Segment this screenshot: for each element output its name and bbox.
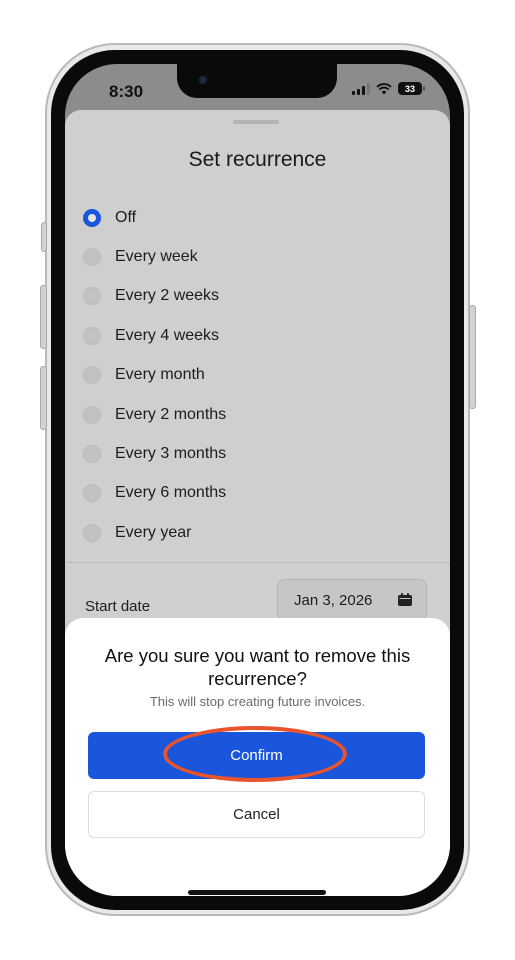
power-button — [469, 305, 476, 409]
option-every-week[interactable]: Every week — [83, 237, 226, 276]
home-indicator — [188, 890, 326, 895]
divider — [65, 562, 450, 563]
dialog-title: Are you sure you want to remove this rec… — [104, 645, 411, 689]
start-date-label: Start date — [85, 598, 151, 615]
confirm-button[interactable]: Confirm — [88, 732, 425, 779]
radio-icon[interactable] — [83, 484, 101, 503]
option-every-4-weeks[interactable]: Every 4 weeks — [83, 316, 226, 355]
wifi-icon — [376, 82, 392, 94]
option-every-3-months[interactable]: Every 3 months — [83, 434, 226, 473]
radio-icon[interactable] — [83, 287, 101, 306]
start-date-value: Jan 3, 2026 — [294, 591, 373, 609]
option-label: Off — [115, 208, 137, 226]
sheet-grabber[interactable] — [233, 120, 279, 124]
radio-icon[interactable] — [83, 405, 101, 424]
option-every-2-months[interactable]: Every 2 months — [83, 395, 226, 434]
option-every-year[interactable]: Every year — [83, 513, 226, 552]
radio-icon[interactable] — [83, 366, 101, 385]
option-label: Every 4 weeks — [115, 326, 220, 344]
camera — [199, 76, 207, 84]
radio-icon[interactable] — [83, 523, 101, 542]
option-label: Every 3 months — [115, 445, 227, 463]
calendar-icon — [398, 593, 412, 606]
status-icons: 33 — [352, 82, 425, 95]
option-every-2-weeks[interactable]: Every 2 weeks — [83, 277, 226, 316]
volume-up-button — [40, 285, 47, 349]
mute-switch — [41, 222, 47, 252]
screen: 8:30 33 Set recurrence Off Every week Ev… — [65, 64, 450, 896]
status-time: 8:30 — [109, 82, 144, 101]
option-label: Every 2 weeks — [115, 287, 220, 305]
cancel-button[interactable]: Cancel — [88, 791, 425, 838]
option-label: Every 6 months — [115, 484, 227, 502]
option-every-month[interactable]: Every month — [83, 356, 226, 395]
option-every-6-months[interactable]: Every 6 months — [83, 474, 226, 513]
radio-selected-icon[interactable] — [83, 208, 101, 227]
battery-icon: 33 — [398, 82, 425, 95]
volume-down-button — [40, 366, 47, 430]
confirm-dialog: Are you sure you want to remove this rec… — [65, 618, 450, 896]
signal-icon — [352, 82, 370, 95]
recurrence-options: Off Every week Every 2 weeks Every 4 wee… — [83, 198, 226, 553]
option-label: Every week — [115, 248, 198, 266]
option-label: Every month — [115, 366, 205, 384]
start-date-field[interactable]: Jan 3, 2026 — [277, 579, 427, 621]
dialog-subtitle: This will stop creating future invoices. — [149, 694, 366, 709]
option-label: Every year — [115, 523, 192, 541]
sheet-title: Set recurrence — [188, 148, 327, 171]
radio-icon[interactable] — [83, 248, 101, 267]
radio-icon[interactable] — [83, 326, 101, 345]
radio-icon[interactable] — [83, 445, 101, 464]
option-off[interactable]: Off — [83, 198, 226, 237]
option-label: Every 2 months — [115, 405, 227, 423]
